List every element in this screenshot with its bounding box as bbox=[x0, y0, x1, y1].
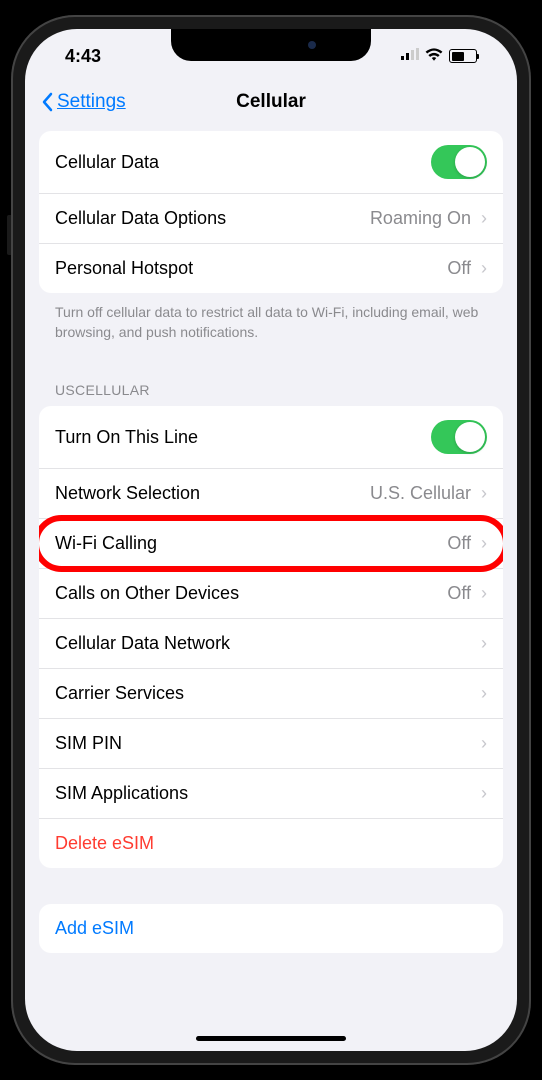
settings-group-1: Cellular Data Cellular Data Options Roam… bbox=[39, 131, 503, 293]
phone-frame: 4:43 Settings Cellular Cellular D bbox=[11, 15, 531, 1065]
cellular-options-label: Cellular Data Options bbox=[55, 208, 370, 229]
notch bbox=[171, 29, 371, 61]
cellular-data-toggle[interactable] bbox=[431, 145, 487, 179]
personal-hotspot-row[interactable]: Personal Hotspot Off › bbox=[39, 244, 503, 293]
wifi-calling-row[interactable]: Wi-Fi Calling Off › bbox=[39, 519, 503, 569]
sim-applications-row[interactable]: SIM Applications › bbox=[39, 769, 503, 819]
home-indicator[interactable] bbox=[196, 1036, 346, 1041]
chevron-right-icon: › bbox=[481, 483, 487, 504]
sim-apps-label: SIM Applications bbox=[55, 783, 481, 804]
calls-other-value: Off bbox=[447, 583, 471, 604]
delete-esim-label: Delete eSIM bbox=[55, 833, 487, 854]
cellular-data-options-row[interactable]: Cellular Data Options Roaming On › bbox=[39, 194, 503, 244]
cellular-data-row[interactable]: Cellular Data bbox=[39, 131, 503, 194]
group1-footer: Turn off cellular data to restrict all d… bbox=[39, 293, 503, 360]
chevron-right-icon: › bbox=[481, 783, 487, 804]
cellular-options-value: Roaming On bbox=[370, 208, 471, 229]
back-button[interactable]: Settings bbox=[41, 91, 126, 113]
chevron-right-icon: › bbox=[481, 533, 487, 554]
nav-bar: Settings Cellular bbox=[25, 79, 517, 131]
turn-on-label: Turn On This Line bbox=[55, 427, 431, 448]
cellular-data-label: Cellular Data bbox=[55, 152, 431, 173]
chevron-right-icon: › bbox=[481, 583, 487, 604]
wifi-calling-label: Wi-Fi Calling bbox=[55, 533, 447, 554]
section-header-carrier: USCELLULAR bbox=[39, 360, 503, 406]
chevron-right-icon: › bbox=[481, 258, 487, 279]
add-esim-label: Add eSIM bbox=[55, 918, 487, 939]
hotspot-value: Off bbox=[447, 258, 471, 279]
carrier-services-row[interactable]: Carrier Services › bbox=[39, 669, 503, 719]
settings-group-3: Add eSIM bbox=[39, 904, 503, 953]
network-selection-label: Network Selection bbox=[55, 483, 370, 504]
data-network-label: Cellular Data Network bbox=[55, 633, 481, 654]
chevron-right-icon: › bbox=[481, 633, 487, 654]
wifi-calling-value: Off bbox=[447, 533, 471, 554]
add-esim-row[interactable]: Add eSIM bbox=[39, 904, 503, 953]
content: Cellular Data Cellular Data Options Roam… bbox=[25, 131, 517, 953]
status-icons bbox=[401, 47, 477, 66]
status-time: 4:43 bbox=[65, 46, 101, 67]
sim-pin-label: SIM PIN bbox=[55, 733, 481, 754]
network-selection-row[interactable]: Network Selection U.S. Cellular › bbox=[39, 469, 503, 519]
back-label: Settings bbox=[57, 91, 126, 113]
settings-group-2: Turn On This Line Network Selection U.S.… bbox=[39, 406, 503, 868]
calls-other-devices-row[interactable]: Calls on Other Devices Off › bbox=[39, 569, 503, 619]
chevron-left-icon bbox=[41, 92, 53, 112]
calls-other-label: Calls on Other Devices bbox=[55, 583, 447, 604]
cellular-signal-icon bbox=[401, 47, 419, 66]
sim-pin-row[interactable]: SIM PIN › bbox=[39, 719, 503, 769]
screen: 4:43 Settings Cellular Cellular D bbox=[25, 29, 517, 1051]
network-selection-value: U.S. Cellular bbox=[370, 483, 471, 504]
page-title: Cellular bbox=[236, 91, 306, 113]
turn-on-toggle[interactable] bbox=[431, 420, 487, 454]
chevron-right-icon: › bbox=[481, 733, 487, 754]
battery-icon bbox=[449, 49, 477, 63]
wifi-icon bbox=[425, 47, 443, 66]
carrier-services-label: Carrier Services bbox=[55, 683, 481, 704]
cellular-data-network-row[interactable]: Cellular Data Network › bbox=[39, 619, 503, 669]
chevron-right-icon: › bbox=[481, 208, 487, 229]
delete-esim-row[interactable]: Delete eSIM bbox=[39, 819, 503, 868]
turn-on-line-row[interactable]: Turn On This Line bbox=[39, 406, 503, 469]
hotspot-label: Personal Hotspot bbox=[55, 258, 447, 279]
chevron-right-icon: › bbox=[481, 683, 487, 704]
